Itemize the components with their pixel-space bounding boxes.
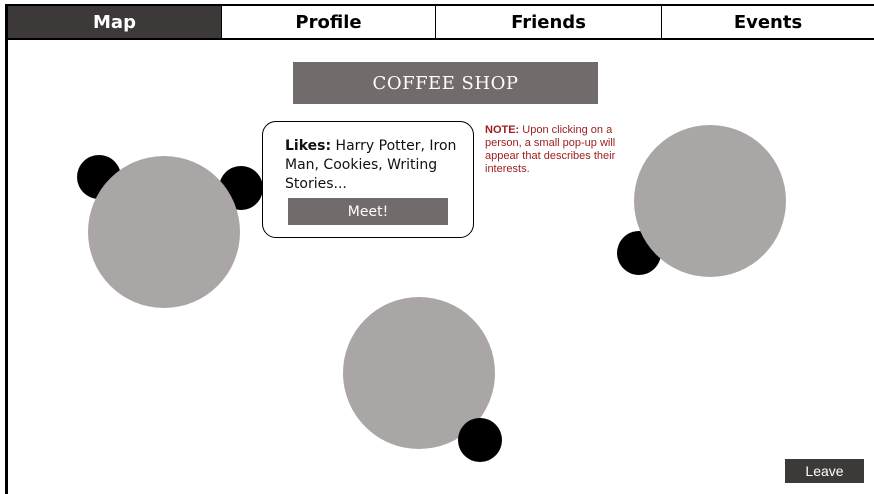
popup-interests: Likes: Harry Potter, Iron Man, Cookies, …	[285, 137, 465, 194]
leave-button[interactable]: Leave	[785, 459, 864, 483]
note-label: NOTE:	[485, 124, 520, 136]
tab-map[interactable]: Map	[8, 6, 222, 38]
person-popup: Likes: Harry Potter, Iron Man, Cookies, …	[262, 121, 474, 238]
tab-events[interactable]: Events	[662, 6, 874, 38]
table-circle	[88, 156, 240, 308]
top-nav: Map Profile Friends Events	[8, 6, 874, 40]
tab-friends[interactable]: Friends	[436, 6, 662, 38]
likes-label: Likes:	[285, 138, 332, 154]
note-text: NOTE: Upon clicking on a person, a small…	[485, 124, 625, 176]
person-seat[interactable]	[458, 418, 502, 462]
location-title: COFFEE SHOP	[293, 62, 598, 104]
tab-profile[interactable]: Profile	[222, 6, 436, 38]
table-circle	[634, 125, 786, 277]
meet-button[interactable]: Meet!	[288, 198, 448, 225]
